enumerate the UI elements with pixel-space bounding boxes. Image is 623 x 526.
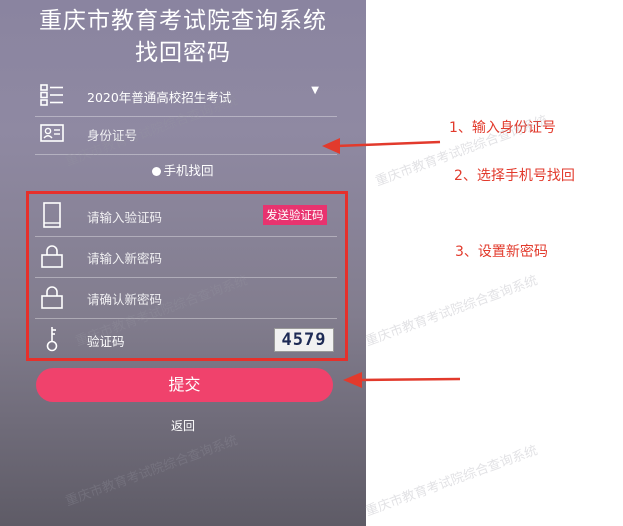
arrow-icon — [322, 138, 441, 154]
annotation-step3: 3、设置新密码 — [455, 244, 548, 260]
annotation-step2: 2、选择手机号找回 — [454, 168, 575, 184]
arrow-icon — [343, 372, 461, 388]
annotation-step1: 1、输入身份证号 — [449, 120, 556, 136]
annotation-arrows — [322, 138, 461, 388]
